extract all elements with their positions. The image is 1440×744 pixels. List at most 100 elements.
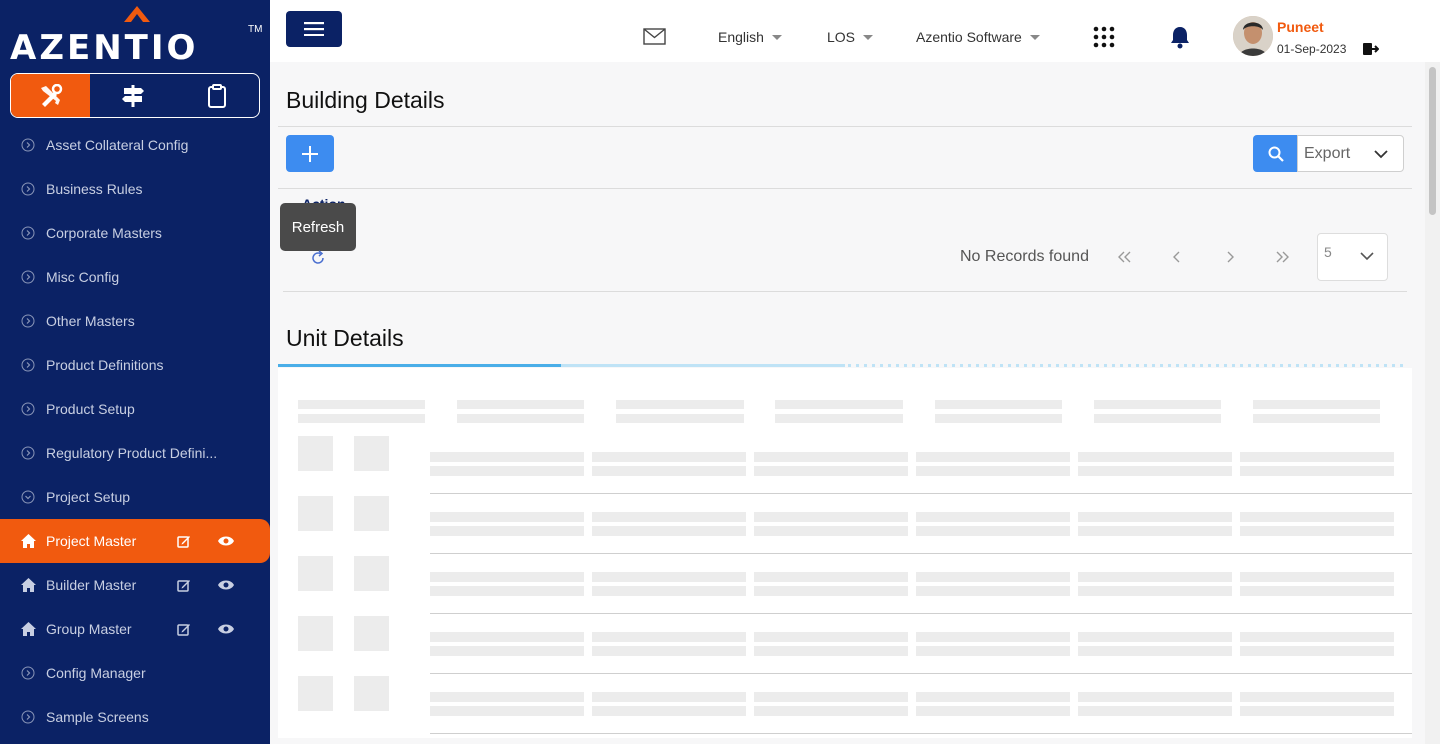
skeleton-cell bbox=[916, 526, 1070, 536]
double-chevron-right-icon bbox=[1276, 251, 1289, 263]
skeleton-cell bbox=[754, 452, 908, 462]
sidebar-item-label: Builder Master bbox=[46, 577, 137, 593]
skeleton-header bbox=[1253, 400, 1380, 409]
sidebar-item-misc-config[interactable]: Misc Config bbox=[0, 255, 270, 299]
skeleton-cell bbox=[754, 572, 908, 582]
skeleton-cell bbox=[754, 526, 908, 536]
sidebar-item-project-setup[interactable]: Project Setup bbox=[0, 475, 270, 519]
sidebar-item-label: Group Master bbox=[46, 621, 132, 637]
sidebar-item-project-master[interactable]: Project Master bbox=[0, 519, 270, 563]
hamburger-icon bbox=[304, 22, 324, 36]
page-size-value: 5 bbox=[1324, 244, 1332, 260]
signpost-icon bbox=[121, 84, 144, 107]
skeleton-header bbox=[775, 414, 903, 423]
sidebar-item-sample-screens[interactable]: Sample Screens bbox=[0, 695, 270, 739]
edit-icon[interactable] bbox=[176, 577, 192, 593]
skeleton-cell bbox=[916, 512, 1070, 522]
module-dropdown[interactable]: LOS bbox=[827, 29, 874, 45]
skeleton-header bbox=[1094, 414, 1221, 423]
sidebar-item-builder-master[interactable]: Builder Master bbox=[0, 563, 270, 607]
logo-mark-icon bbox=[124, 6, 150, 22]
sidebar-item-product-definitions[interactable]: Product Definitions bbox=[0, 343, 270, 387]
user-photo-icon bbox=[1233, 16, 1273, 56]
skeleton-cell bbox=[1078, 632, 1232, 642]
skeleton-cell bbox=[592, 526, 746, 536]
tools-icon bbox=[40, 83, 62, 107]
last-page-button[interactable] bbox=[1272, 248, 1292, 266]
tab-tools[interactable] bbox=[11, 74, 91, 117]
first-page-button[interactable] bbox=[1115, 248, 1135, 266]
skeleton-header bbox=[775, 400, 903, 409]
tab-clipboard[interactable] bbox=[175, 74, 259, 117]
sidebar-item-asset-collateral-config[interactable]: Asset Collateral Config bbox=[0, 123, 270, 167]
azentio-logo[interactable]: AZENTIO TM bbox=[10, 6, 265, 68]
main-content: Building Details Export Action Refresh N… bbox=[270, 62, 1425, 744]
refresh-tooltip: Refresh bbox=[280, 203, 356, 251]
row-divider bbox=[430, 613, 1412, 614]
apps-grid-icon[interactable] bbox=[1093, 26, 1115, 48]
hamburger-menu-button[interactable] bbox=[286, 11, 342, 47]
sidebar-menu: Asset Collateral Config Business Rules C… bbox=[0, 123, 270, 739]
chevron-down-icon bbox=[1374, 150, 1388, 159]
skeleton-cell bbox=[916, 646, 1070, 656]
edit-icon[interactable] bbox=[176, 533, 192, 549]
skeleton-header bbox=[935, 400, 1062, 409]
sidebar-item-regulatory-product-definitions[interactable]: Regulatory Product Defini... bbox=[0, 431, 270, 475]
mail-icon[interactable] bbox=[643, 28, 666, 45]
skeleton-header bbox=[457, 400, 584, 409]
language-dropdown[interactable]: English bbox=[718, 29, 782, 45]
sidebar-item-group-master[interactable]: Group Master bbox=[0, 607, 270, 651]
chevron-circle-icon bbox=[20, 489, 36, 505]
sidebar-item-label: Corporate Masters bbox=[46, 225, 162, 241]
skeleton-header bbox=[298, 400, 425, 409]
skeleton-cell bbox=[430, 706, 584, 716]
company-dropdown[interactable]: Azentio Software bbox=[916, 29, 1040, 45]
sidebar-item-corporate-masters[interactable]: Corporate Masters bbox=[0, 211, 270, 255]
search-button[interactable] bbox=[1253, 135, 1299, 172]
add-button[interactable] bbox=[286, 135, 334, 172]
unit-table-skeleton bbox=[278, 368, 1412, 738]
eye-icon[interactable] bbox=[218, 621, 234, 637]
sidebar-item-label: Business Rules bbox=[46, 181, 143, 197]
skeleton-cell bbox=[298, 616, 333, 651]
prev-page-button[interactable] bbox=[1167, 248, 1187, 266]
eye-icon[interactable] bbox=[218, 533, 234, 549]
skeleton-cell bbox=[1240, 706, 1394, 716]
sidebar: AZENTIO TM Asset Collateral Config Busin… bbox=[0, 0, 270, 744]
skeleton-cell bbox=[354, 556, 389, 591]
sidebar-item-product-setup[interactable]: Product Setup bbox=[0, 387, 270, 431]
row-divider bbox=[430, 733, 1412, 734]
logout-icon[interactable] bbox=[1363, 42, 1379, 56]
skeleton-cell bbox=[1240, 572, 1394, 582]
item-actions bbox=[176, 577, 234, 593]
sidebar-item-label: Regulatory Product Defini... bbox=[46, 445, 218, 461]
skeleton-cell bbox=[592, 512, 746, 522]
sidebar-item-other-masters[interactable]: Other Masters bbox=[0, 299, 270, 343]
export-dropdown[interactable]: Export bbox=[1297, 135, 1404, 172]
skeleton-header bbox=[298, 414, 425, 423]
notification-bell-icon[interactable] bbox=[1170, 26, 1190, 49]
skeleton-header bbox=[935, 414, 1062, 423]
scrollbar-thumb[interactable] bbox=[1429, 67, 1436, 215]
logo-text: AZENTIO bbox=[10, 28, 199, 68]
chevron-circle-icon bbox=[20, 269, 36, 285]
skeleton-cell bbox=[1240, 452, 1394, 462]
page-size-select[interactable]: 5 bbox=[1317, 233, 1388, 281]
refresh-icon[interactable] bbox=[308, 248, 328, 268]
home-icon bbox=[20, 533, 36, 549]
eye-icon[interactable] bbox=[218, 577, 234, 593]
sidebar-item-business-rules[interactable]: Business Rules bbox=[0, 167, 270, 211]
skeleton-cell bbox=[1240, 646, 1394, 656]
sidebar-item-config-manager[interactable]: Config Manager bbox=[0, 651, 270, 695]
skeleton-cell bbox=[430, 452, 584, 462]
item-actions bbox=[176, 533, 234, 549]
module-value: LOS bbox=[827, 29, 856, 45]
tab-signpost[interactable] bbox=[90, 74, 174, 117]
vertical-scrollbar[interactable] bbox=[1425, 62, 1440, 744]
edit-icon[interactable] bbox=[176, 621, 192, 637]
next-page-button[interactable] bbox=[1220, 248, 1240, 266]
sidebar-item-label: Product Setup bbox=[46, 401, 135, 417]
skeleton-cell bbox=[430, 692, 584, 702]
user-avatar[interactable] bbox=[1233, 16, 1273, 56]
loading-progress-buffer bbox=[561, 364, 845, 367]
